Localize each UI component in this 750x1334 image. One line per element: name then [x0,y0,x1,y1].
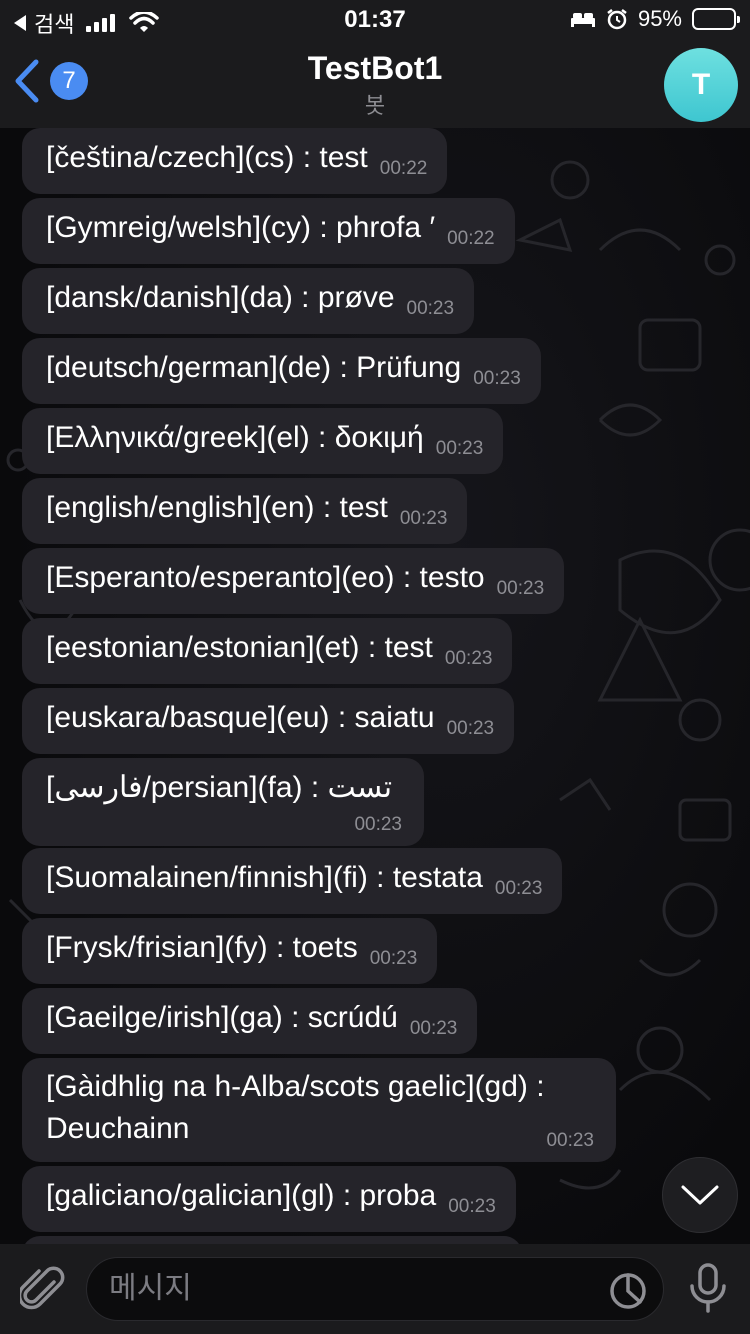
message-time: 00:23 [354,814,402,835]
message-text: [Gymreig/welsh](cy) : phrofa ′ [46,211,436,244]
bed-icon [570,13,595,27]
message-bubble[interactable]: [Suomalainen/finnish](fi) : testata 00:23 [22,848,563,914]
message-text: [deutsch/german](de) : Prüfung [46,351,462,384]
message-list[interactable]: [čeština/czech](cs) : test 00:22 [Gymreig… [0,128,750,1244]
message-text: [euskara/basque](eu) : saiatu [46,701,435,734]
message-text: [čeština/czech](cs) : test [46,141,368,174]
message-time: 00:23 [435,438,484,459]
message-text: [Gàidhlig na h-Alba/scots gaelic](gd) : … [46,1070,545,1145]
message-time: 00:22 [379,158,428,179]
message-bubble[interactable]: [english/english](en) : test 00:23 [22,478,468,544]
message-bubble[interactable]: [Frysk/frisian](fy) : toets 00:23 [22,918,438,984]
message-text: [Ελληνικά/greek](el) : δοκιμή [46,421,424,454]
message-time: 00:23 [409,1018,458,1039]
message-time: 00:23 [406,298,455,319]
message-bubble[interactable]: [eestonian/estonian](et) : test 00:23 [22,618,513,684]
message-bubble[interactable]: تست : (fa)[persian/فارسی] 00:23 [22,758,424,846]
message-text: [dansk/danish](da) : prøve [46,281,395,314]
attach-button[interactable] [17,1264,66,1319]
message-bubble[interactable]: [dansk/danish](da) : prøve 00:23 [22,268,475,334]
battery-icon [692,8,740,30]
status-bar: 검색 01:37 95% [0,0,750,40]
message-input[interactable] [109,1258,589,1320]
message-bubble[interactable]: [Esperanto/esperanto](eo) : testo 00:23 [22,548,565,614]
battery-percent: 95% [637,6,682,31]
message-time: 00:23 [496,578,545,599]
message-time: 00:22 [447,228,495,249]
message-bubble[interactable]: [galiciano/galician](gl) : proba 00:23 [22,1166,516,1232]
message-bubble[interactable]: [čeština/czech](cs) : test 00:22 [22,128,448,194]
message-text: [english/english](en) : test [46,491,388,524]
message-time: 00:23 [446,718,495,739]
chat-header: 7 TestBot1 봇 T [0,40,750,128]
message-bubble[interactable]: [Gàidhlig na h-Alba/scots gaelic](gd) : … [22,1058,616,1162]
message-text: تست : (fa)[persian/فارسی] [46,771,393,804]
message-bubble[interactable]: [Ελληνικά/greek](el) : δοκιμή 00:23 [22,408,504,474]
message-bubble[interactable]: [deutsch/german](de) : Prüfung 00:23 [22,338,541,404]
sticker-icon [610,1273,646,1309]
microphone-icon [690,1263,726,1313]
scroll-to-bottom-button[interactable] [662,1157,738,1233]
message-text: [Frysk/frisian](fy) : toets [46,931,358,964]
status-right: 95% [570,6,740,32]
chat-title[interactable]: TestBot1 [0,50,750,87]
message-text: [Esperanto/esperanto](eo) : testo [46,561,485,594]
alarm-icon [607,9,627,30]
chat-subtitle: 봇 [364,93,386,118]
message-bubble[interactable]: [Gymreig/welsh](cy) : phrofa ′ 00:22 [22,198,515,264]
paperclip-icon [17,1266,65,1310]
message-field[interactable] [86,1257,664,1321]
message-time: 00:23 [399,508,448,529]
message-time: 00:23 [444,648,493,669]
chevron-down-icon [681,1185,719,1205]
message-bubble[interactable]: [euskara/basque](eu) : saiatu 00:23 [22,688,515,754]
message-text: [Gaeilge/irish](ga) : scrúdú [46,1001,398,1034]
message-time: 00:23 [448,1196,496,1217]
message-time: 00:23 [546,1130,594,1151]
message-time: 00:23 [369,948,418,969]
message-text: [eestonian/estonian](et) : test [46,631,433,664]
microphone-button[interactable] [688,1262,728,1319]
message-text: [galiciano/galician](gl) : proba [46,1179,437,1212]
message-time: 00:23 [494,878,543,899]
composer-bar [0,1244,750,1334]
avatar[interactable]: T [664,48,738,122]
message-text: [Suomalainen/finnish](fi) : testata [46,861,483,894]
message-bubble-partial[interactable] [22,1236,522,1244]
sticker-button[interactable] [609,1272,647,1315]
message-time: 00:23 [473,368,521,389]
message-bubble[interactable]: [Gaeilge/irish](ga) : scrúdú 00:23 [22,988,478,1054]
